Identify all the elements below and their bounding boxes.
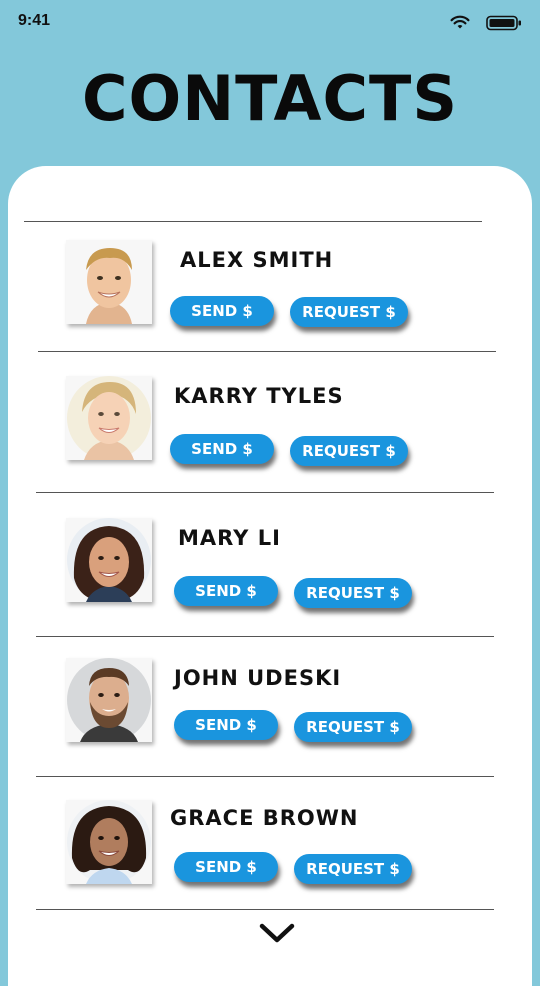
avatar <box>66 240 152 324</box>
avatar <box>66 518 152 602</box>
row-divider <box>36 909 494 910</box>
avatar-photo-john-udeski <box>66 658 152 742</box>
request-money-button[interactable]: REQUEST $ <box>294 578 412 608</box>
contact-row-grace-brown[interactable]: GRACE BROWN SEND $ REQUEST $ <box>8 786 532 916</box>
request-money-button[interactable]: REQUEST $ <box>294 854 412 884</box>
row-divider <box>38 351 496 352</box>
send-money-button[interactable]: SEND $ <box>174 576 278 606</box>
avatar <box>66 658 152 742</box>
avatar-photo-alex-smith <box>66 240 152 324</box>
request-money-button[interactable]: REQUEST $ <box>290 436 408 466</box>
send-money-button[interactable]: SEND $ <box>174 852 278 882</box>
contact-name: MARY LI <box>178 526 281 550</box>
send-money-button[interactable]: SEND $ <box>174 710 278 740</box>
avatar <box>66 800 152 884</box>
contact-name: JOHN UDESKI <box>174 666 342 690</box>
wifi-icon <box>450 15 470 29</box>
avatar-photo-karry-tyles <box>66 376 152 460</box>
avatar <box>66 376 152 460</box>
status-bar: 9:41 <box>0 0 540 44</box>
avatar-photo-mary-li <box>66 518 152 602</box>
contact-row-karry-tyles[interactable]: KARRY TYLES SEND $ REQUEST $ <box>8 362 532 492</box>
contact-name: KARRY TYLES <box>174 384 344 408</box>
contact-name: GRACE BROWN <box>170 806 359 830</box>
contact-row-mary-li[interactable]: MARY LI SEND $ REQUEST $ <box>8 504 532 634</box>
row-divider <box>36 776 494 777</box>
contact-row-john-udeski[interactable]: JOHN UDESKI SEND $ REQUEST $ <box>8 644 532 774</box>
request-money-button[interactable]: REQUEST $ <box>290 297 408 327</box>
contact-row-alex-smith[interactable]: ALEX SMITH SEND $ REQUEST $ <box>8 226 532 356</box>
chevron-down-icon[interactable] <box>258 920 296 946</box>
status-time: 9:41 <box>18 12 51 29</box>
avatar-photo-grace-brown <box>66 800 152 884</box>
contacts-card: ALEX SMITH SEND $ REQUEST $ KARRY TYLES … <box>8 166 532 986</box>
contact-name: ALEX SMITH <box>180 248 334 272</box>
row-divider <box>36 636 494 637</box>
send-money-button[interactable]: SEND $ <box>170 434 274 464</box>
battery-icon <box>486 15 521 31</box>
request-money-button[interactable]: REQUEST $ <box>294 712 412 742</box>
row-divider <box>36 492 494 493</box>
send-money-button[interactable]: SEND $ <box>170 296 274 326</box>
row-divider <box>24 221 482 222</box>
page-title: CONTACTS <box>81 62 458 135</box>
